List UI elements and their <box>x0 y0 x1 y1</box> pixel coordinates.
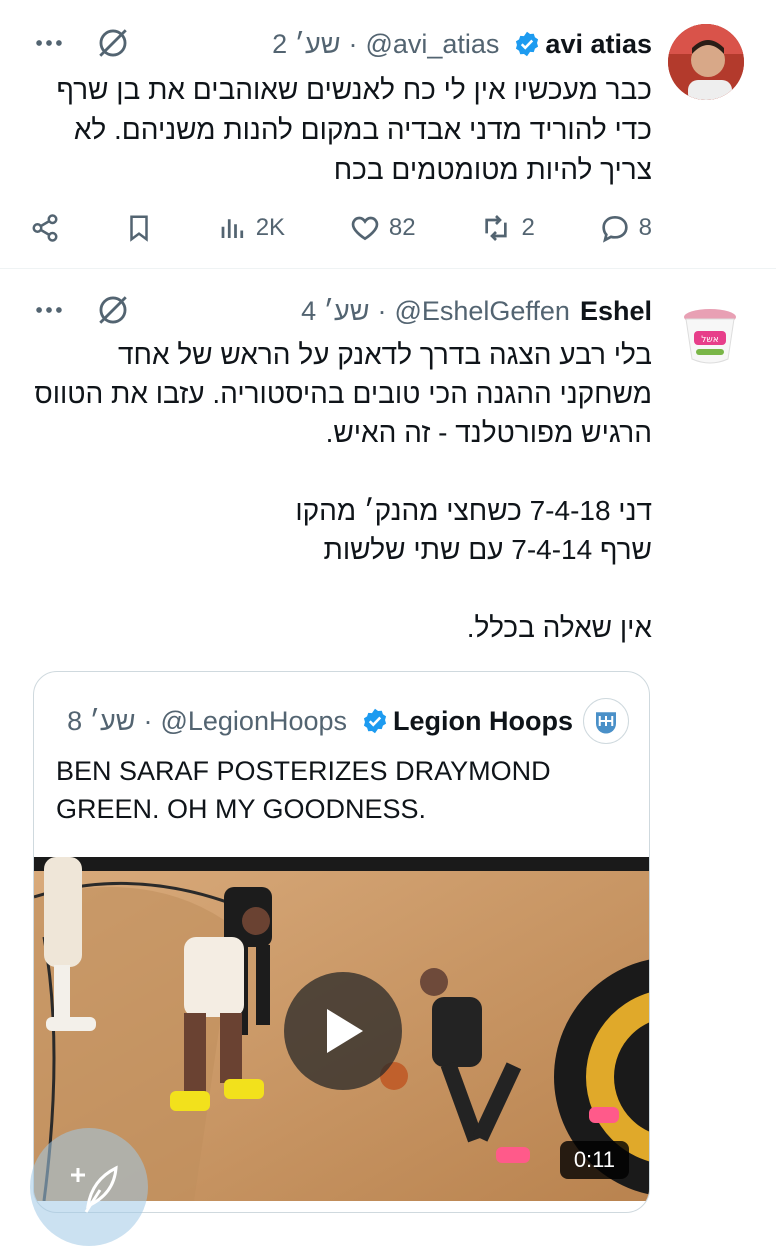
legion-hoops-logo-icon <box>596 712 616 734</box>
grok-icon[interactable] <box>96 293 130 332</box>
tweet-text-line: הרגיש מפורטלנד - זה האיש. <box>325 417 652 448</box>
replies-count: 8 <box>638 214 652 241</box>
tweet-text-line: צריך להיות מטומטמים בכח <box>333 154 652 185</box>
retweet-icon <box>485 215 508 241</box>
tweet-text-line: בלי רבע הצגה בדרך לדאנק על הראש של אחד <box>118 339 652 370</box>
play-icon <box>327 1009 363 1053</box>
compose-icon <box>71 1165 118 1213</box>
retweets-count: 2 <box>521 214 535 241</box>
video-duration: 0:11 <box>559 1141 629 1179</box>
avatar[interactable]: אשל <box>672 299 748 375</box>
views-button[interactable]: 2K <box>218 213 285 243</box>
share-icon <box>32 214 58 242</box>
verified-badge-icon <box>361 707 389 735</box>
avatar-photo <box>668 24 744 100</box>
tweet-avi-atias[interactable]: avi atias @avi_atias · 2 שע׳ כבר מעכשיו … <box>0 0 776 268</box>
verified-badge-icon <box>513 30 541 58</box>
views-icon <box>221 219 243 238</box>
tweet-eshel[interactable]: אשל Eshel @EshelGeffen · 4 שע׳ בלי רבע ה… <box>0 269 776 1213</box>
like-button[interactable]: 82 <box>349 212 416 244</box>
timestamp[interactable]: 4 שע׳ <box>301 296 369 327</box>
handle[interactable]: @LegionHoops <box>160 706 347 737</box>
likes-count: 82 <box>388 214 416 241</box>
avatar-yogurt-cup: אשל <box>672 299 748 375</box>
handle[interactable]: @EshelGeffen <box>394 296 570 327</box>
timestamp[interactable]: 2 שע׳ <box>272 29 340 60</box>
separator: · <box>377 295 387 326</box>
retweet-button[interactable]: 2 <box>479 212 535 244</box>
quote-text-line: BEN SARAF POSTERIZES DRAYMOND <box>56 756 551 786</box>
legion-hoops-avatar[interactable] <box>583 698 629 744</box>
reply-button[interactable]: 8 <box>599 212 652 244</box>
separator: · <box>348 28 358 59</box>
tweet-text-line: אין שאלה בכלל. <box>466 612 652 643</box>
timestamp[interactable]: 8 שע׳ <box>67 706 135 737</box>
display-name[interactable]: Eshel <box>580 296 652 327</box>
avatar-label: אשל <box>701 335 719 345</box>
compose-fab[interactable] <box>30 1128 148 1246</box>
tweet-text-line: שרף 7-4-14 עם שתי שלשות <box>323 534 652 565</box>
tweet-text-line: משחקני ההגנה הכי טובים בהיסטוריה. עזבו א… <box>34 378 652 409</box>
quote-text-line: GREEN. OH MY GOODNESS. <box>56 794 427 824</box>
separator: · <box>143 705 153 736</box>
bookmark-icon <box>130 215 148 242</box>
display-name[interactable]: Legion Hoops <box>393 706 573 737</box>
heart-icon <box>351 216 379 241</box>
more-options-icon[interactable] <box>32 293 66 332</box>
tweet-text-line: כדי להוריד מדני אבדיה במקום להנות משניהם… <box>73 114 652 145</box>
views-count: 2K <box>255 214 286 241</box>
bookmark-button[interactable] <box>124 213 154 243</box>
play-button[interactable] <box>284 972 402 1090</box>
display-name[interactable]: avi atias <box>545 29 652 60</box>
more-options-icon[interactable] <box>32 26 66 65</box>
avatar[interactable] <box>668 24 744 100</box>
reply-icon <box>601 215 628 243</box>
share-button[interactable] <box>30 213 60 243</box>
tweet-text-line: דני 7-4-18 כשחצי מהנק׳ מהקו <box>295 495 652 526</box>
grok-icon[interactable] <box>96 26 130 65</box>
tweet-text-line: כבר מעכשיו אין לי כח לאנשים שאוהבים את ב… <box>56 74 652 105</box>
handle[interactable]: @avi_atias <box>365 29 499 60</box>
